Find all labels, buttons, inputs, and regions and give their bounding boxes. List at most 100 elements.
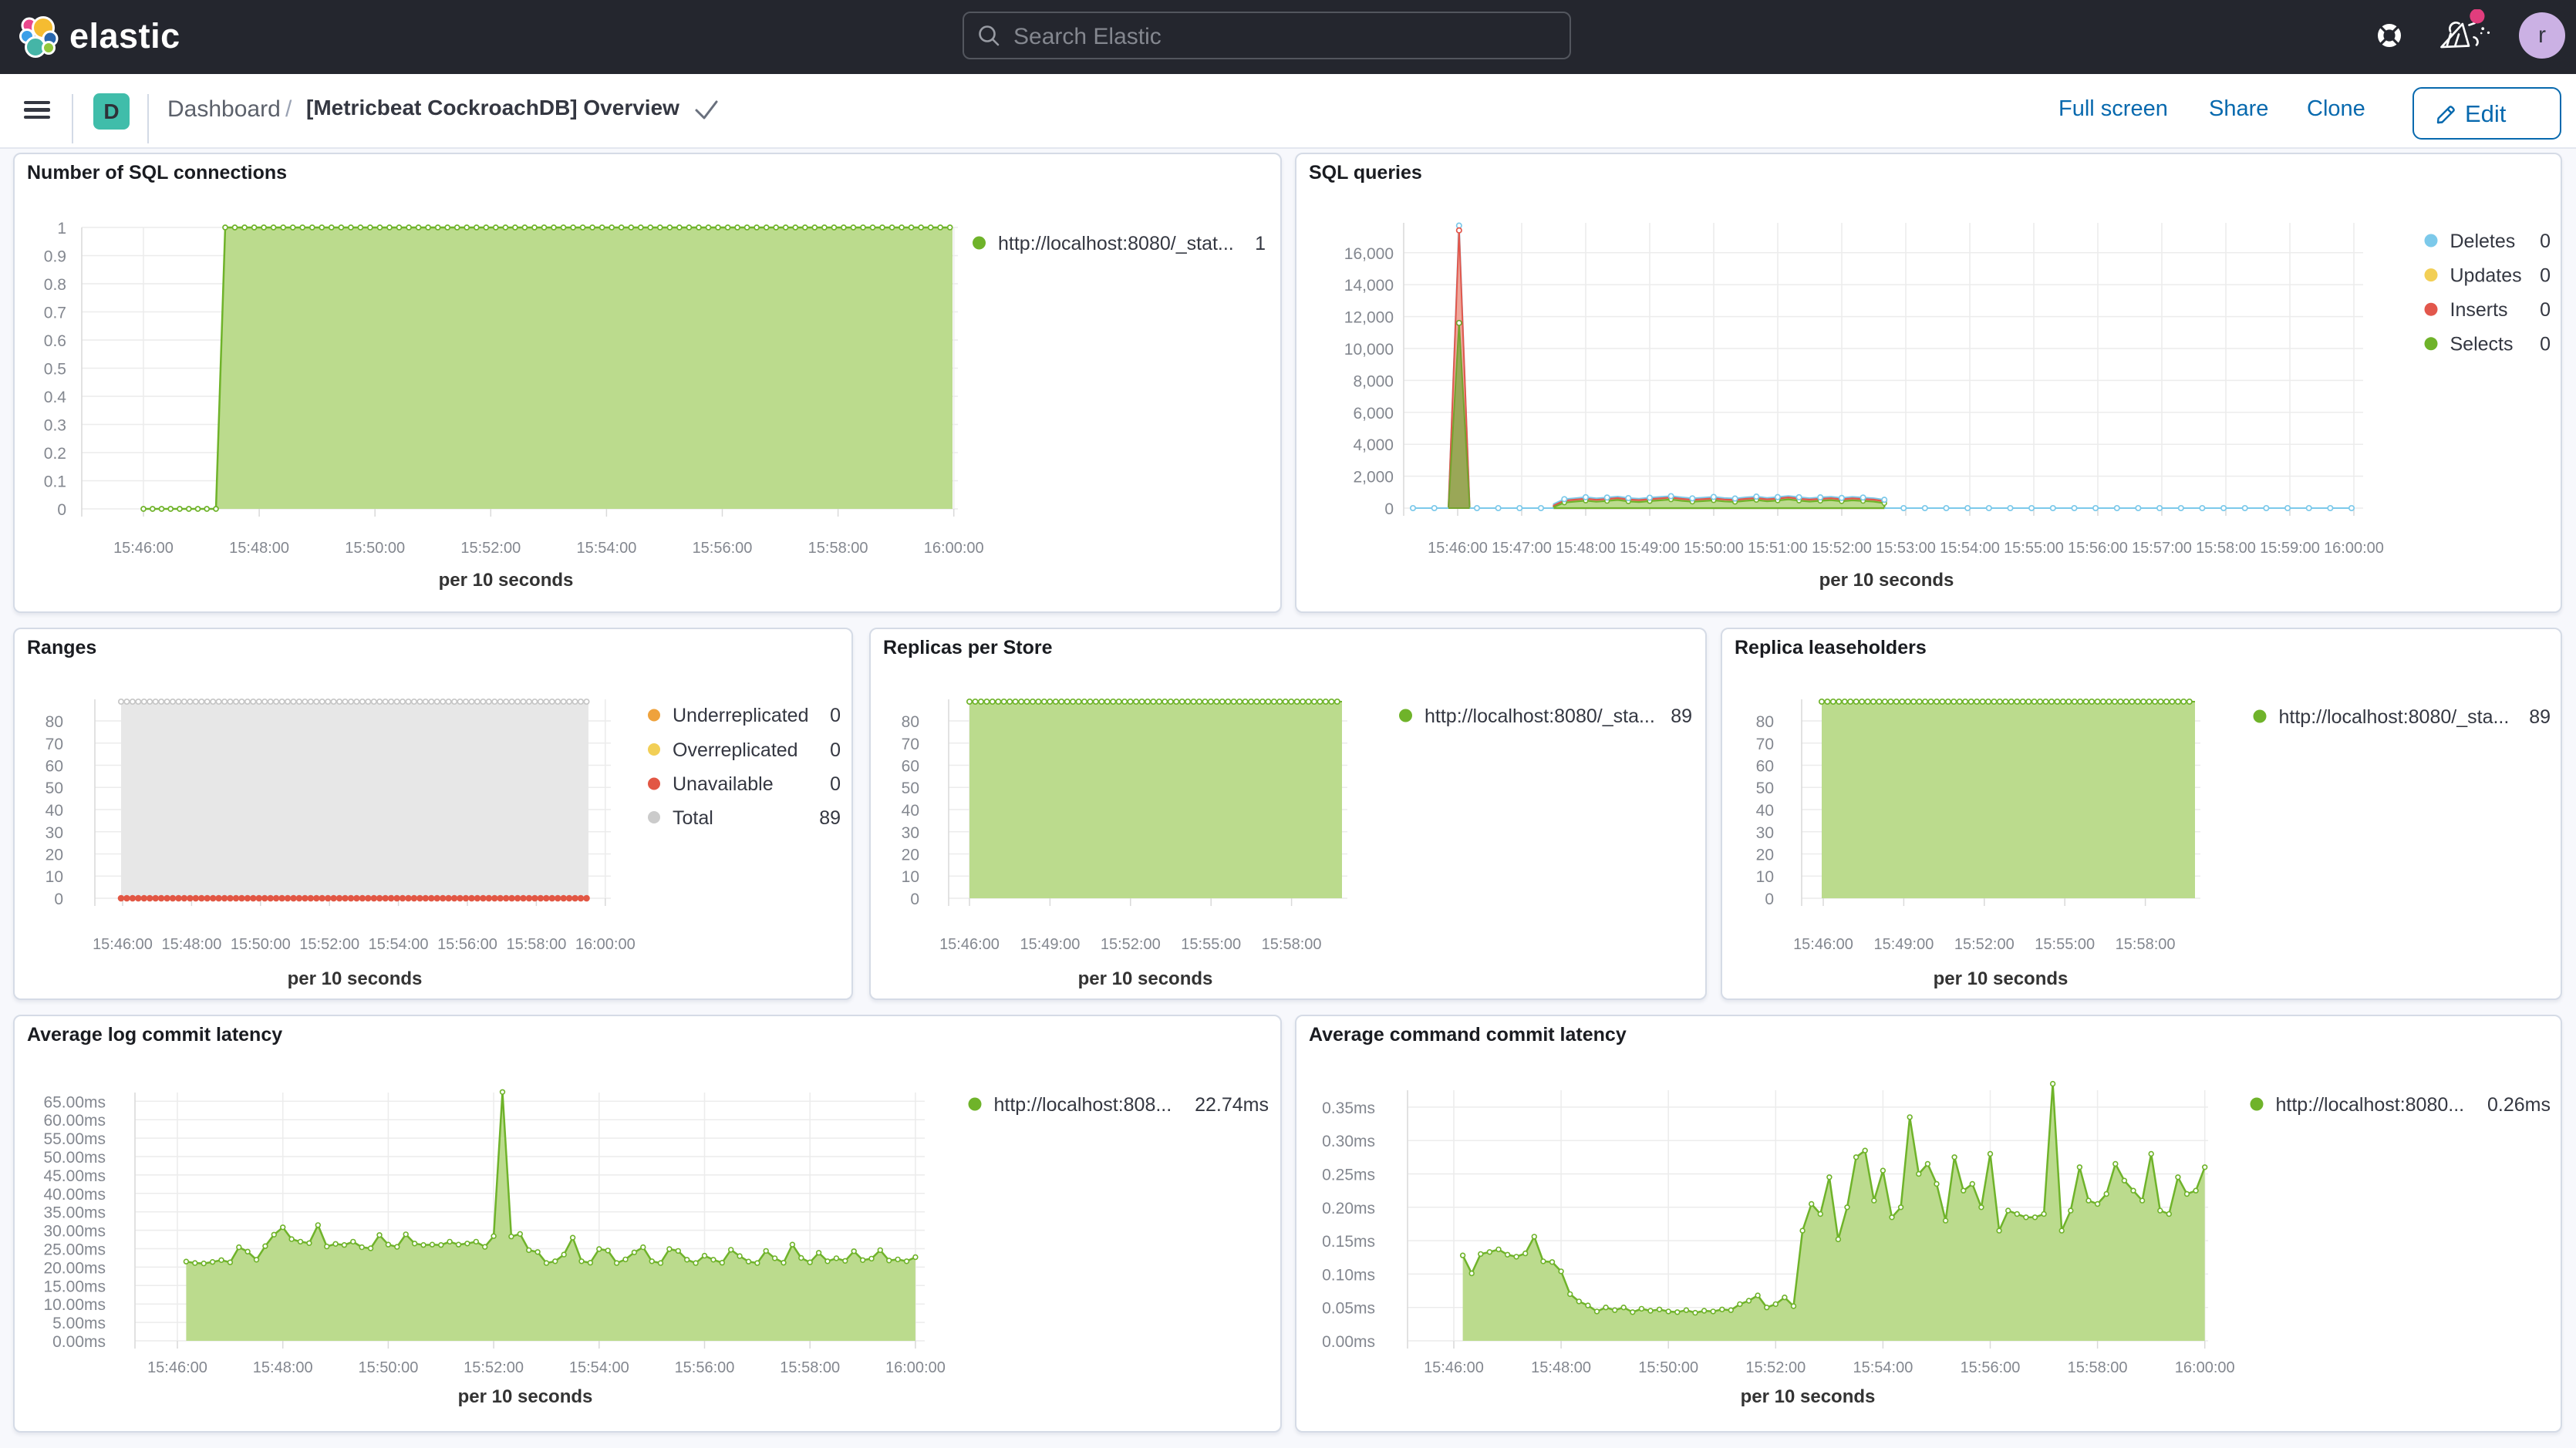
svg-text:10.00ms: 10.00ms — [43, 1296, 106, 1314]
svg-text:12,000: 12,000 — [1344, 309, 1394, 327]
svg-text:15:50:00: 15:50:00 — [345, 540, 405, 557]
svg-text:per 10 seconds: per 10 seconds — [458, 1386, 593, 1407]
svg-text:50: 50 — [902, 780, 919, 797]
svg-text:0: 0 — [1384, 500, 1394, 518]
svg-text:15:48:00: 15:48:00 — [253, 1359, 313, 1376]
svg-text:15:48:00: 15:48:00 — [1556, 540, 1616, 557]
svg-text:0.05ms: 0.05ms — [1322, 1300, 1375, 1318]
svg-text:0.15ms: 0.15ms — [1322, 1233, 1375, 1251]
svg-text:16:00:00: 16:00:00 — [924, 540, 984, 557]
svg-text:15:57:00: 15:57:00 — [2132, 540, 2192, 557]
svg-text:15:46:00: 15:46:00 — [939, 936, 1000, 953]
svg-text:0.26ms: 0.26ms — [2487, 1094, 2551, 1116]
svg-text:15:46:00: 15:46:00 — [1428, 540, 1488, 557]
svg-text:70: 70 — [46, 736, 63, 753]
svg-text:per 10 seconds: per 10 seconds — [1741, 1386, 1876, 1407]
svg-text:per 10 seconds: per 10 seconds — [1934, 968, 2069, 989]
svg-text:89: 89 — [819, 807, 841, 829]
svg-text:89: 89 — [2529, 706, 2551, 728]
svg-text:0.7: 0.7 — [44, 305, 66, 322]
svg-text:0: 0 — [2540, 299, 2551, 321]
svg-text:50.00ms: 50.00ms — [43, 1149, 106, 1167]
svg-text:per 10 seconds: per 10 seconds — [1819, 570, 1954, 591]
svg-text:15:52:00: 15:52:00 — [1812, 540, 1872, 557]
svg-text:0.5: 0.5 — [44, 361, 66, 379]
svg-text:15:50:00: 15:50:00 — [231, 936, 291, 953]
svg-text:15:52:00: 15:52:00 — [460, 540, 521, 557]
svg-text:0.10ms: 0.10ms — [1322, 1266, 1375, 1284]
svg-text:15:54:00: 15:54:00 — [569, 1359, 629, 1376]
svg-text:55.00ms: 55.00ms — [43, 1130, 106, 1148]
svg-text:40.00ms: 40.00ms — [43, 1186, 106, 1204]
svg-text:15:56:00: 15:56:00 — [437, 936, 497, 953]
svg-text:Inserts: Inserts — [2450, 299, 2508, 321]
svg-text:40: 40 — [1756, 802, 1774, 820]
svg-text:65.00ms: 65.00ms — [43, 1093, 106, 1111]
svg-text:Overreplicated: Overreplicated — [673, 739, 798, 761]
svg-text:0: 0 — [830, 739, 841, 761]
svg-text:0.20ms: 0.20ms — [1322, 1200, 1375, 1217]
svg-text:70: 70 — [902, 736, 919, 753]
svg-text:16:00:00: 16:00:00 — [2324, 540, 2384, 557]
svg-text:0: 0 — [830, 705, 841, 726]
svg-text:1: 1 — [1255, 233, 1266, 254]
svg-text:16,000: 16,000 — [1344, 245, 1394, 263]
svg-text:0: 0 — [54, 891, 63, 908]
svg-text:15:46:00: 15:46:00 — [1793, 936, 1853, 953]
svg-text:15:58:00: 15:58:00 — [2116, 936, 2176, 953]
svg-text:15:46:00: 15:46:00 — [1424, 1359, 1484, 1376]
svg-text:10: 10 — [1756, 868, 1774, 886]
svg-text:15:54:00: 15:54:00 — [576, 540, 636, 557]
svg-text:15:49:00: 15:49:00 — [1873, 936, 1934, 953]
svg-text:40: 40 — [902, 802, 919, 820]
svg-text:8,000: 8,000 — [1353, 372, 1394, 390]
svg-text:15:46:00: 15:46:00 — [113, 540, 174, 557]
svg-text:0.3: 0.3 — [44, 417, 66, 435]
svg-text:15.00ms: 15.00ms — [43, 1278, 106, 1295]
svg-text:6,000: 6,000 — [1353, 405, 1394, 423]
svg-text:15:48:00: 15:48:00 — [161, 936, 221, 953]
svg-text:http://localhost:8080/_sta...: http://localhost:8080/_sta... — [2279, 706, 2510, 728]
svg-text:30: 30 — [1756, 824, 1774, 842]
svg-text:16:00:00: 16:00:00 — [575, 936, 636, 953]
svg-text:45.00ms: 45.00ms — [43, 1167, 106, 1185]
svg-text:15:52:00: 15:52:00 — [464, 1359, 524, 1376]
svg-text:15:55:00: 15:55:00 — [2035, 936, 2095, 953]
svg-text:0: 0 — [57, 501, 66, 519]
svg-text:15:54:00: 15:54:00 — [1853, 1359, 1913, 1376]
svg-text:http://localhost:8080...: http://localhost:8080... — [2276, 1094, 2465, 1116]
svg-text:15:58:00: 15:58:00 — [2068, 1359, 2128, 1376]
svg-text:4,000: 4,000 — [1353, 436, 1394, 454]
svg-text:80: 80 — [1756, 713, 1774, 731]
svg-text:per 10 seconds: per 10 seconds — [288, 968, 423, 989]
svg-text:22.74ms: 22.74ms — [1195, 1094, 1269, 1116]
svg-text:15:46:00: 15:46:00 — [147, 1359, 207, 1376]
svg-text:per 10 seconds: per 10 seconds — [1078, 968, 1213, 989]
svg-text:20: 20 — [46, 847, 63, 864]
svg-text:60.00ms: 60.00ms — [43, 1112, 106, 1130]
svg-text:per 10 seconds: per 10 seconds — [439, 570, 574, 591]
svg-text:15:50:00: 15:50:00 — [358, 1359, 418, 1376]
svg-text:1: 1 — [57, 220, 66, 237]
svg-text:0.2: 0.2 — [44, 445, 66, 463]
svg-text:Underreplicated: Underreplicated — [673, 705, 809, 726]
svg-text:Deletes: Deletes — [2450, 231, 2516, 252]
svg-text:15:56:00: 15:56:00 — [1961, 1359, 2021, 1376]
svg-text:0.1: 0.1 — [44, 473, 66, 491]
svg-text:0.30ms: 0.30ms — [1322, 1133, 1375, 1150]
svg-text:15:58:00: 15:58:00 — [2196, 540, 2256, 557]
svg-text:20: 20 — [1756, 847, 1774, 864]
svg-text:0: 0 — [2540, 231, 2551, 252]
svg-text:35.00ms: 35.00ms — [43, 1204, 106, 1222]
svg-text:0: 0 — [2540, 334, 2551, 355]
svg-text:0.6: 0.6 — [44, 332, 66, 350]
svg-text:http://localhost:8080/_sta...: http://localhost:8080/_sta... — [1425, 705, 1655, 727]
svg-text:60: 60 — [46, 758, 63, 776]
svg-text:15:50:00: 15:50:00 — [1684, 540, 1744, 557]
svg-text:50: 50 — [46, 780, 63, 797]
svg-text:70: 70 — [1756, 736, 1774, 753]
svg-text:15:52:00: 15:52:00 — [299, 936, 359, 953]
svg-text:15:52:00: 15:52:00 — [1954, 936, 2015, 953]
svg-text:15:56:00: 15:56:00 — [2068, 540, 2128, 557]
svg-text:16:00:00: 16:00:00 — [885, 1359, 946, 1376]
